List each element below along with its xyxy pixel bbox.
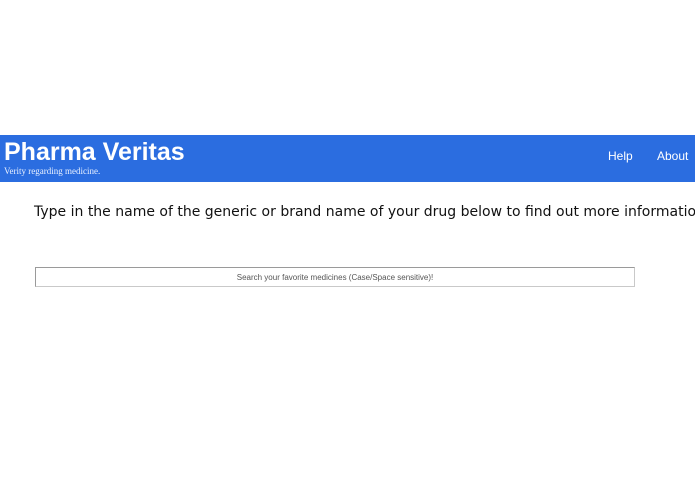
nav-help-link[interactable]: Help: [608, 149, 633, 164]
site-tagline: Verity regarding medicine.: [4, 166, 101, 176]
nav-about-link[interactable]: About: [657, 149, 688, 164]
site-title: Pharma Veritas: [4, 138, 185, 166]
medicine-search-input[interactable]: [35, 267, 635, 287]
intro-text: Type in the name of the generic or brand…: [34, 204, 695, 220]
site-header: Pharma Veritas Verity regarding medicine…: [0, 135, 695, 182]
